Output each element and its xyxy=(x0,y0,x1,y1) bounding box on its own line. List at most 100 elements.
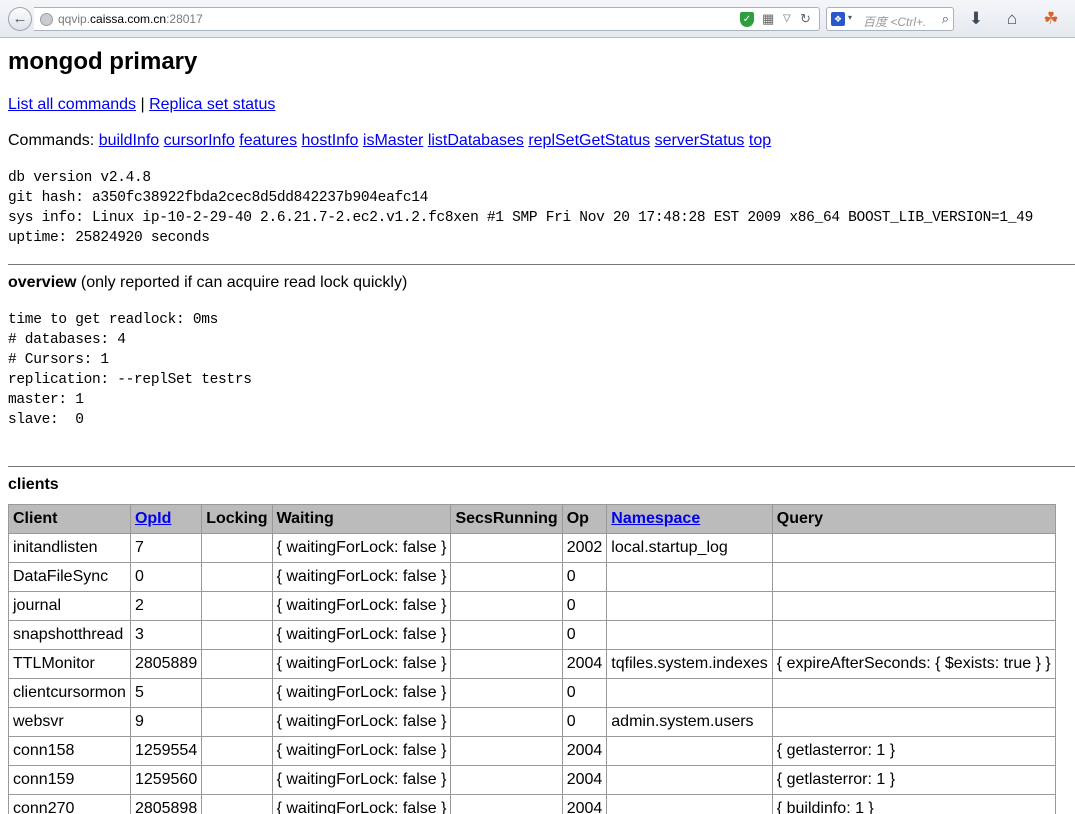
table-row: websvr 9 { waitingForLock: false } 0 admin.s… xyxy=(8,707,1056,737)
cell-locking xyxy=(201,736,273,766)
cell-query: { expireAfterSeconds: { $exists: true } … xyxy=(771,649,1056,679)
cell-waiting: { waitingForLock: false } xyxy=(271,794,452,814)
clients-table: Client OpId Locking Waiting SecsRunning Op Nam… xyxy=(8,504,1056,814)
table-row: initandlisten 7 { waitingForLock: false } 2… xyxy=(8,533,1056,563)
command-link[interactable]: replSetGetStatus xyxy=(528,132,650,149)
home-icon[interactable]: ⌂ xyxy=(1001,8,1023,30)
cell-op: 0 xyxy=(561,678,608,708)
command-link[interactable]: listDatabases xyxy=(428,132,524,149)
column-header-opid[interactable]: OpId xyxy=(129,504,203,534)
command-link[interactable]: features xyxy=(239,132,297,149)
cell-opid: 2805889 xyxy=(129,649,203,679)
cell-opid: 2805898 xyxy=(129,794,203,814)
search-engine-icon[interactable]: ❖ xyxy=(831,12,845,26)
cell-opid: 1259554 xyxy=(129,736,203,766)
info-line: uptime: 25824920 seconds xyxy=(8,230,210,246)
cell-secs-running xyxy=(450,562,563,592)
cell-op: 2004 xyxy=(561,649,608,679)
address-bar[interactable]: qqvip.caissa.com.cn:28017 ✓ ▦ ▽ ↻ xyxy=(34,7,820,31)
cell-opid: 3 xyxy=(129,620,203,650)
search-magnifier-icon[interactable]: ⌕ xyxy=(942,11,949,27)
cell-waiting: { waitingForLock: false } xyxy=(271,562,452,592)
overview-line: # Cursors: 1 xyxy=(8,352,109,368)
search-box[interactable]: ❖ ▾ 百度 <Ctrl+. ⌕ xyxy=(826,7,954,31)
replica-set-status-link[interactable]: Replica set status xyxy=(149,96,275,113)
cell-locking xyxy=(201,649,273,679)
cell-namespace xyxy=(606,765,773,795)
back-arrow-icon[interactable]: ← xyxy=(8,7,32,31)
cell-query: { getlasterror: 1 } xyxy=(771,765,1056,795)
list-all-commands-link[interactable]: List all commands xyxy=(8,96,136,113)
cell-secs-running xyxy=(450,794,563,814)
info-line: git hash: a350fc38922fbda2cec8d5dd842237… xyxy=(8,190,429,206)
overview-line: # databases: 4 xyxy=(8,332,126,348)
cell-query xyxy=(771,562,1056,592)
cell-waiting: { waitingForLock: false } xyxy=(271,707,452,737)
command-link[interactable]: cursorInfo xyxy=(164,132,235,149)
url-text[interactable]: qqvip.caissa.com.cn:28017 xyxy=(58,12,203,26)
table-row: journal 2 { waitingForLock: false } 0 xyxy=(8,591,1056,621)
cell-opid: 1259560 xyxy=(129,765,203,795)
cell-query xyxy=(771,533,1056,563)
info-line: db version v2.4.8 xyxy=(8,170,151,186)
download-arrow-icon[interactable]: ⬇ xyxy=(965,8,987,30)
reload-icon[interactable]: ↻ xyxy=(800,11,811,27)
addon-icon[interactable]: ☘ xyxy=(1040,8,1062,30)
cell-query xyxy=(771,620,1056,650)
command-link[interactable]: serverStatus xyxy=(655,132,745,149)
overview-heading: overview (only reported if can acquire r… xyxy=(8,274,407,292)
dropdown-arrow-icon[interactable]: ▽ xyxy=(783,11,791,27)
cell-namespace xyxy=(606,794,773,814)
cell-namespace xyxy=(606,562,773,592)
column-header-waiting: Waiting xyxy=(271,504,452,534)
column-header-namespace[interactable]: Namespace xyxy=(606,504,773,534)
cell-client: DataFileSync xyxy=(8,562,131,592)
cell-locking xyxy=(201,562,273,592)
cell-op: 0 xyxy=(561,620,608,650)
cell-opid: 0 xyxy=(129,562,203,592)
command-link[interactable]: buildInfo xyxy=(99,132,160,149)
overview-line: replication: --replSet testrs xyxy=(8,372,252,388)
cell-namespace xyxy=(606,736,773,766)
cell-opid: 5 xyxy=(129,678,203,708)
column-header-locking: Locking xyxy=(201,504,273,534)
command-link[interactable]: isMaster xyxy=(363,132,423,149)
cell-client: conn159 xyxy=(8,765,131,795)
cell-waiting: { waitingForLock: false } xyxy=(271,678,452,708)
cell-secs-running xyxy=(450,591,563,621)
table-header-row: Client OpId Locking Waiting SecsRunning Op Nam… xyxy=(8,504,1056,534)
overview-title: overview xyxy=(8,274,77,291)
cell-secs-running xyxy=(450,649,563,679)
overview-stats: time to get readlock: 0ms # databases: 4… xyxy=(8,310,252,430)
command-link[interactable]: hostInfo xyxy=(302,132,359,149)
command-link[interactable]: top xyxy=(749,132,771,149)
cell-secs-running xyxy=(450,678,563,708)
cell-client: conn158 xyxy=(8,736,131,766)
info-line: sys info: Linux ip-10-2-29-40 2.6.21.7-2… xyxy=(8,210,1033,226)
column-header-op: Op xyxy=(561,504,608,534)
cell-waiting: { waitingForLock: false } xyxy=(271,591,452,621)
cell-secs-running xyxy=(450,533,563,563)
cell-waiting: { waitingForLock: false } xyxy=(271,533,452,563)
cell-namespace xyxy=(606,620,773,650)
cell-op: 0 xyxy=(561,707,608,737)
cell-op: 2004 xyxy=(561,794,608,814)
shield-icon[interactable]: ✓ xyxy=(740,12,754,27)
engine-dropdown-icon[interactable]: ▾ xyxy=(848,13,852,22)
cell-waiting: { waitingForLock: false } xyxy=(271,649,452,679)
cell-client: websvr xyxy=(8,707,131,737)
cell-query: { getlasterror: 1 } xyxy=(771,736,1056,766)
cell-client: clientcursormon xyxy=(8,678,131,708)
cell-locking xyxy=(201,533,273,563)
cell-secs-running xyxy=(450,736,563,766)
page-content: mongod primary List all commands | Repli… xyxy=(8,38,1075,814)
qr-code-icon[interactable]: ▦ xyxy=(762,11,774,27)
cell-op: 2002 xyxy=(561,533,608,563)
overview-note: (only reported if can acquire read lock … xyxy=(76,274,408,291)
sort-link-namespace[interactable]: Namespace xyxy=(611,510,700,527)
cell-client: initandlisten xyxy=(8,533,131,563)
divider xyxy=(8,264,1075,265)
sort-link-opid[interactable]: OpId xyxy=(135,510,171,527)
column-header-secs-running: SecsRunning xyxy=(450,504,563,534)
cell-query xyxy=(771,591,1056,621)
